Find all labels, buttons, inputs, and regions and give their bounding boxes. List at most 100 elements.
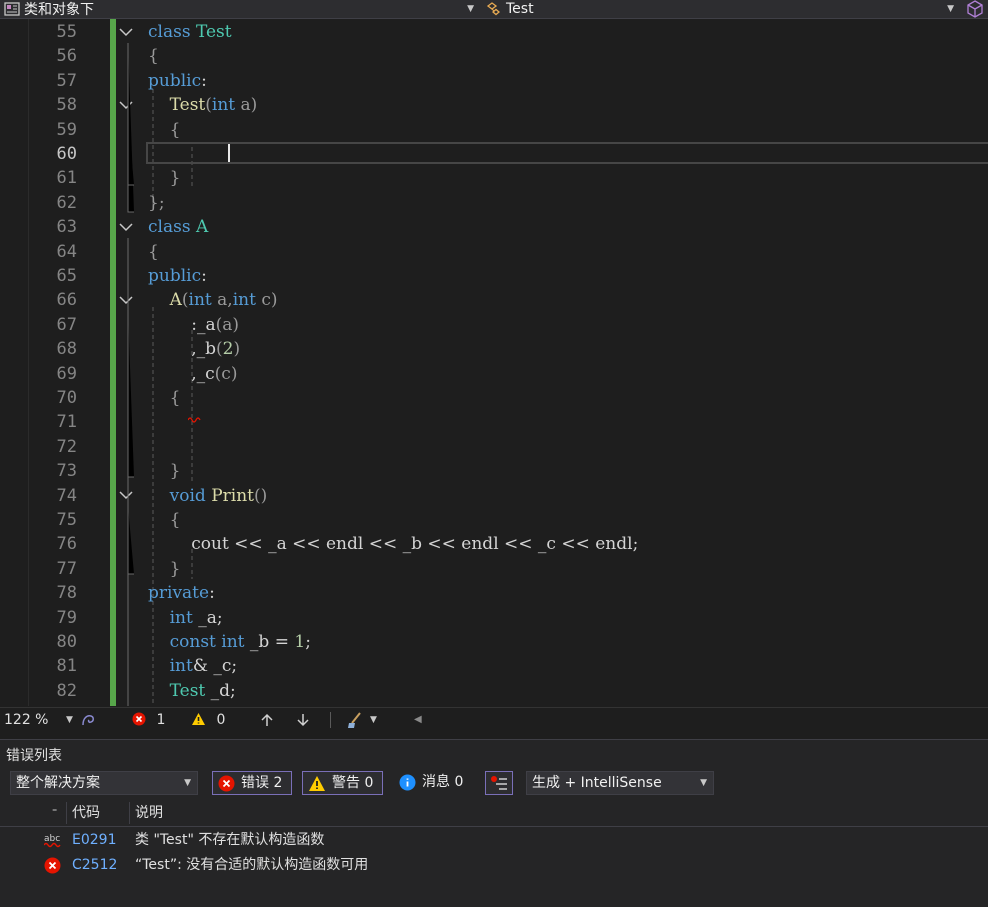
separator bbox=[330, 712, 331, 728]
code-line: const int _b = 1; bbox=[169, 632, 311, 652]
sort-icon[interactable]: ⁼ bbox=[52, 800, 57, 826]
current-line-highlight bbox=[146, 142, 988, 164]
member-dropdown[interactable]: Test ▼ bbox=[482, 0, 958, 18]
chevron-down-icon: ▼ bbox=[700, 778, 707, 788]
code-line: int& _c; bbox=[169, 656, 238, 676]
error-count-indicator[interactable]: 1 bbox=[132, 708, 165, 732]
member-dropdown-label: Test bbox=[506, 1, 534, 17]
line-number: 82 bbox=[56, 681, 77, 701]
code-line: { bbox=[169, 510, 181, 530]
line-number: 76 bbox=[56, 534, 77, 554]
arrow-down-icon[interactable] bbox=[296, 713, 310, 727]
errors-filter-button[interactable]: 错误 2 bbox=[212, 771, 292, 795]
zoom-dropdown[interactable]: 122 % ▼ bbox=[4, 708, 76, 732]
collapse-chevron-icon bbox=[119, 296, 133, 305]
line-number: 66 bbox=[56, 290, 77, 310]
line-number: 81 bbox=[56, 656, 77, 676]
code-line: } bbox=[169, 168, 181, 188]
line-number: 80 bbox=[56, 632, 77, 652]
errors-filter-label: 错误 2 bbox=[241, 775, 283, 791]
text-caret bbox=[228, 144, 230, 162]
arrow-up-icon[interactable] bbox=[260, 713, 274, 727]
cube-icon[interactable] bbox=[964, 0, 986, 18]
code-line: ,_c(c) bbox=[191, 364, 238, 384]
glyph-margin bbox=[0, 19, 29, 706]
editor-status-bar: 122 % ▼ 1 0 ▼ ◀ bbox=[0, 707, 988, 732]
scope-dropdown-label: 类和对象下 bbox=[24, 2, 94, 18]
info-icon bbox=[399, 774, 416, 791]
code-line: } bbox=[169, 461, 181, 481]
warning-icon bbox=[309, 776, 325, 791]
code-line: private: bbox=[148, 583, 215, 603]
scope-dropdown[interactable]: 整个解决方案 ▼ bbox=[10, 771, 198, 795]
chevron-down-icon: ▼ bbox=[184, 778, 191, 788]
line-number: 63 bbox=[56, 217, 77, 237]
line-number: 73 bbox=[56, 461, 77, 481]
line-number: 58 bbox=[56, 95, 77, 115]
column-header-row: ⁼ 代码 说明 bbox=[0, 800, 988, 827]
class-icon bbox=[486, 2, 501, 16]
error-code[interactable]: E0291 bbox=[72, 828, 116, 853]
line-number: 55 bbox=[56, 22, 77, 42]
error-list-panel: 错误列表 整个解决方案 ▼ 错误 2 警告 0 消息 0 生成 + Intell… bbox=[0, 739, 988, 907]
code-line: A(int a,int c) bbox=[169, 290, 278, 310]
line-number: 77 bbox=[56, 559, 77, 579]
error-row[interactable]: abc E0291 类 "Test" 不存在默认构造函数 bbox=[0, 828, 988, 853]
build-source-value: 生成 + IntelliSense bbox=[532, 775, 662, 791]
messages-filter-button[interactable]: 消息 0 bbox=[394, 771, 476, 795]
chevron-down-icon: ▼ bbox=[947, 4, 954, 14]
intellisense-error-icon: abc bbox=[44, 834, 61, 848]
code-line: void Print() bbox=[169, 486, 268, 506]
line-number-current: 60 bbox=[56, 144, 77, 164]
error-description: “Test”: 没有合适的默认构造函数可用 bbox=[135, 857, 369, 873]
collapse-chevron-icon bbox=[119, 28, 133, 37]
svg-text:abc: abc bbox=[44, 834, 60, 844]
warning-icon bbox=[192, 713, 205, 725]
panel-title: 错误列表 bbox=[6, 748, 62, 764]
code-line: :_a(a) bbox=[191, 315, 240, 335]
error-icon bbox=[132, 712, 146, 726]
error-description: 类 "Test" 不存在默认构造函数 bbox=[135, 832, 325, 848]
zoom-level: 122 % bbox=[4, 712, 49, 728]
error-count: 1 bbox=[156, 712, 166, 728]
code-cleanup-icon[interactable] bbox=[346, 711, 368, 729]
navigation-bar: 类和对象下 ▼ Test ▼ bbox=[0, 0, 988, 19]
column-separator bbox=[129, 802, 130, 824]
messages-filter-label: 消息 0 bbox=[422, 774, 464, 790]
intellicode-icon[interactable] bbox=[80, 712, 96, 728]
error-icon bbox=[218, 775, 235, 792]
project-icon bbox=[4, 2, 20, 16]
warnings-filter-button[interactable]: 警告 0 bbox=[302, 771, 383, 795]
code-editor[interactable]: 55 56 57 58 59 60 61 62 63 64 65 66 67 6… bbox=[0, 19, 988, 706]
line-number: 67 bbox=[56, 315, 77, 335]
line-number: 68 bbox=[56, 339, 77, 359]
line-number: 61 bbox=[56, 168, 77, 188]
filter-icon bbox=[491, 776, 507, 790]
scroll-left-icon[interactable]: ◀ bbox=[414, 708, 422, 732]
line-number: 64 bbox=[56, 242, 77, 262]
line-number: 56 bbox=[56, 46, 77, 66]
scope-dropdown[interactable]: 类和对象下 ▼ bbox=[0, 0, 478, 18]
scope-value: 整个解决方案 bbox=[16, 775, 100, 791]
collapse-chevron-icon bbox=[119, 223, 133, 232]
column-header-code[interactable]: 代码 bbox=[72, 800, 100, 826]
chevron-down-icon[interactable]: ▼ bbox=[370, 708, 377, 732]
code-line: Test(int a) bbox=[169, 95, 258, 115]
line-number: 57 bbox=[56, 71, 77, 91]
column-header-description[interactable]: 说明 bbox=[135, 800, 163, 826]
error-code[interactable]: C2512 bbox=[72, 853, 117, 878]
warning-count-indicator[interactable]: 0 bbox=[191, 708, 225, 732]
code-line: cout << _a << endl << _b << endl << _c <… bbox=[191, 534, 639, 554]
code-line: ,_b(2) bbox=[191, 339, 241, 359]
line-number: 65 bbox=[56, 266, 77, 286]
code-line: int _a; bbox=[169, 608, 223, 628]
open-documents-filter-button[interactable] bbox=[485, 771, 513, 795]
code-line: class A bbox=[148, 217, 209, 237]
code-line: { bbox=[169, 388, 181, 408]
chevron-down-icon: ▼ bbox=[467, 4, 474, 14]
error-row[interactable]: C2512 “Test”: 没有合适的默认构造函数可用 bbox=[0, 853, 988, 878]
chevron-down-icon: ▼ bbox=[66, 715, 73, 725]
build-source-dropdown[interactable]: 生成 + IntelliSense ▼ bbox=[526, 771, 714, 795]
error-icon bbox=[44, 857, 61, 874]
line-number: 59 bbox=[56, 120, 77, 140]
